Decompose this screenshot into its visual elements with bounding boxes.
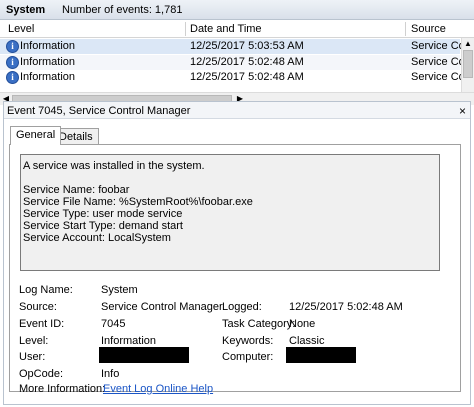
event-description[interactable]: A service was installed in the system. S… [20, 154, 440, 271]
level-value: Information [101, 335, 157, 347]
column-level[interactable]: Level [8, 23, 34, 35]
event-id-value: 7045 [101, 318, 126, 330]
log-name: System [6, 4, 46, 16]
logged-value: 12/25/2017 5:02:48 AM [289, 301, 403, 313]
logged-label: Logged: [222, 301, 262, 313]
row-level: Information [20, 71, 76, 83]
description-line: Service Start Type: demand start [23, 220, 183, 232]
computer-label: Computer: [222, 351, 274, 363]
column-datetime[interactable]: Date and Time [190, 23, 262, 35]
computer-redaction [286, 347, 356, 363]
description-line: Service Account: LocalSystem [23, 232, 171, 244]
information-icon: i [6, 40, 19, 53]
information-icon: i [6, 56, 19, 69]
event-id-label: Event ID: [19, 318, 65, 330]
row-datetime: 12/25/2017 5:02:48 AM [190, 71, 304, 83]
opcode-value: Info [101, 368, 120, 380]
detail-title: Event 7045, Service Control Manager [7, 105, 191, 117]
tab-general[interactable]: General [10, 126, 62, 145]
user-redaction [99, 347, 189, 363]
keywords-label: Keywords: [222, 335, 274, 347]
description-line: Service Name: foobar [23, 184, 130, 196]
table-row[interactable]: i Information 12/25/2017 5:02:48 AM Serv… [0, 55, 471, 70]
more-information-label: More Information: [19, 383, 106, 395]
level-label: Level: [19, 335, 49, 347]
description-line: Service File Name: %SystemRoot%\foobar.e… [23, 196, 253, 208]
user-label: User: [19, 351, 46, 363]
row-datetime: 12/25/2017 5:03:53 AM [190, 40, 304, 52]
event-list-header: Level Date and Time Source [0, 20, 474, 38]
task-category-label: Task Category: [222, 318, 296, 330]
log-name-label: Log Name: [19, 284, 73, 296]
event-list[interactable]: Level Date and Time Source i Information… [0, 20, 474, 105]
event-log-online-help-link[interactable]: Event Log Online Help [103, 383, 213, 395]
log-header-bar: System Number of events: 1,781 [0, 0, 474, 20]
event-count: Number of events: 1,781 [62, 4, 183, 16]
row-datetime: 12/25/2017 5:02:48 AM [190, 56, 304, 68]
task-category-value: None [289, 318, 316, 330]
close-icon[interactable]: × [459, 104, 466, 118]
keywords-value: Classic [289, 335, 325, 347]
row-level: Information [20, 56, 76, 68]
column-source[interactable]: Source [411, 23, 446, 35]
table-row[interactable]: i Information 12/25/2017 5:03:53 AM Serv… [0, 39, 471, 54]
information-icon: i [6, 71, 19, 84]
log-name-value: System [101, 284, 138, 296]
table-row[interactable]: i Information 12/25/2017 5:02:48 AM Serv… [0, 70, 471, 85]
description-line: A service was installed in the system. [23, 160, 205, 172]
scroll-up-icon[interactable]: ▲ [462, 38, 474, 50]
source-value: Service Control Manager [101, 301, 223, 313]
description-line: Service Type: user mode service [23, 208, 183, 220]
vertical-scrollbar[interactable]: ▲ [461, 38, 474, 92]
source-label: Source: [19, 301, 57, 313]
event-detail-panel: Event 7045, Service Control Manager × Ge… [3, 101, 471, 405]
opcode-label: OpCode: [19, 368, 64, 380]
row-level: Information [20, 40, 76, 52]
scroll-thumb[interactable] [463, 50, 473, 78]
detail-title-bar: Event 7045, Service Control Manager × [4, 102, 470, 119]
